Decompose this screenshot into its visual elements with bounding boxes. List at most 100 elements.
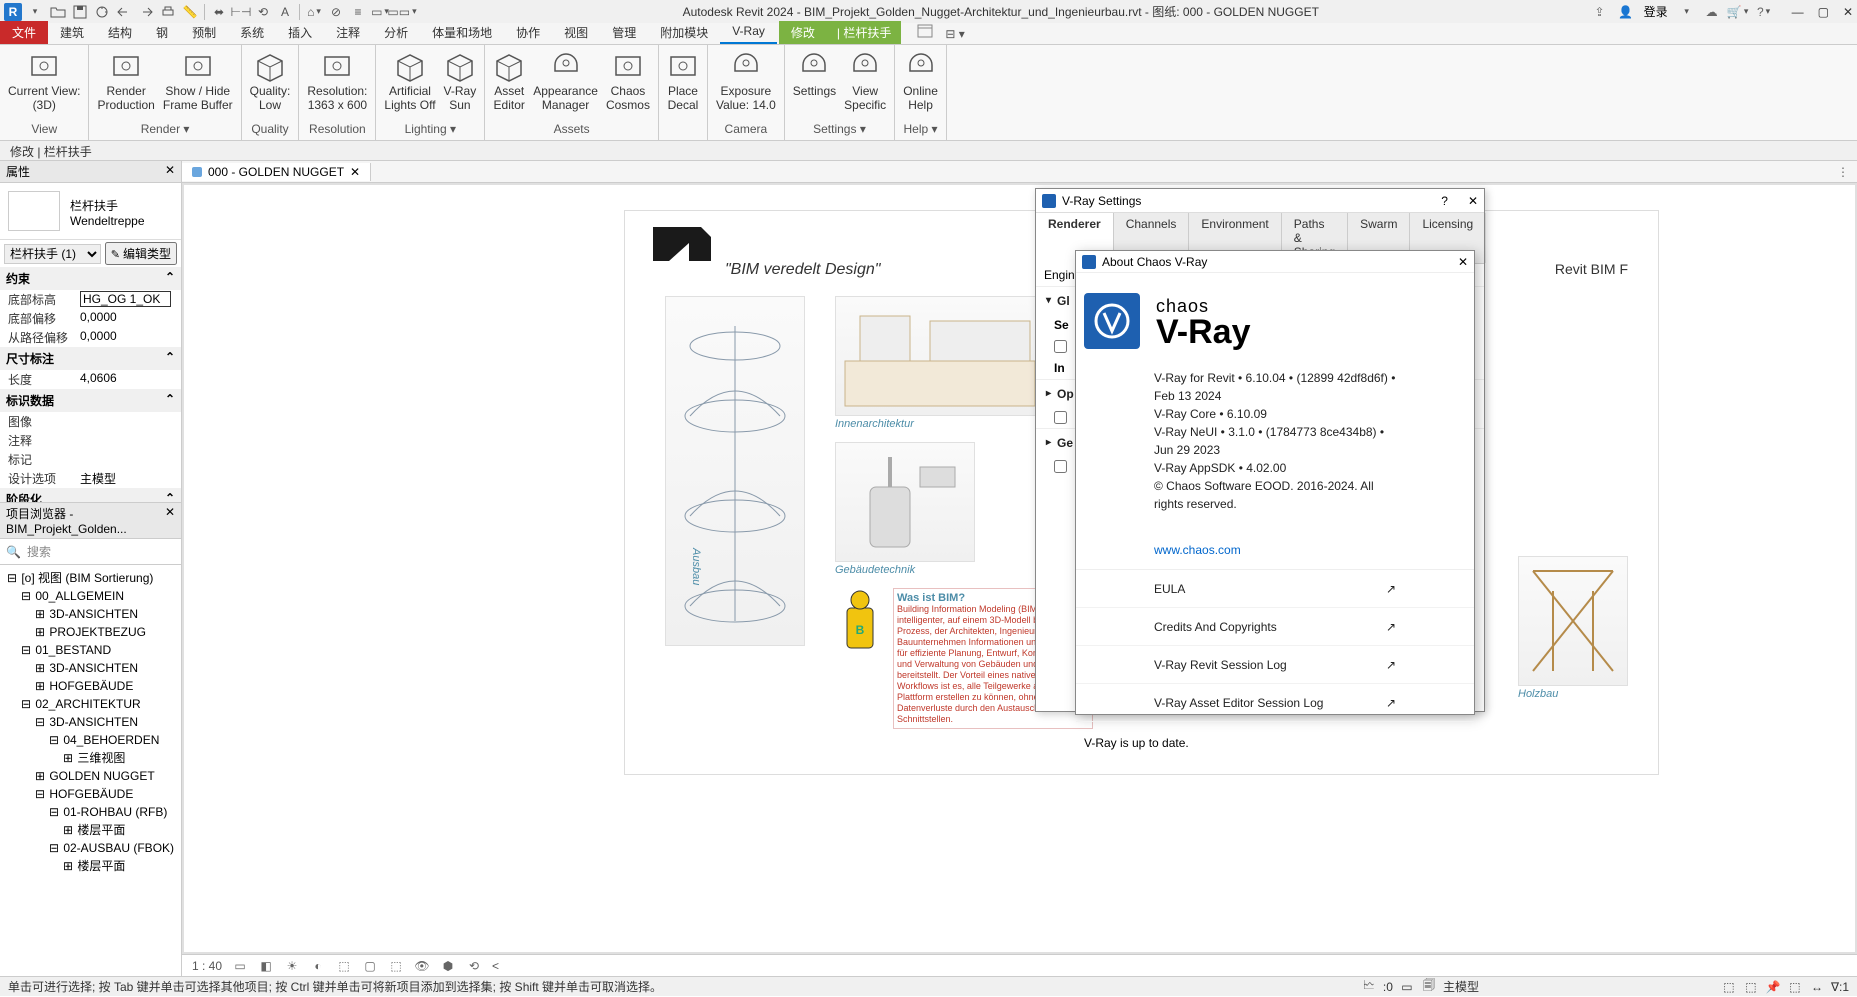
about-close-icon[interactable]: ✕ bbox=[1458, 255, 1468, 269]
tree-node[interactable]: ⊞ 3D-ANSICHTEN bbox=[2, 605, 179, 623]
tree-node[interactable]: ⊞ 楼层平面 bbox=[2, 821, 179, 839]
view-tab[interactable]: 000 - GOLDEN NUGGET ✕ bbox=[182, 163, 371, 181]
view-canvas[interactable]: "BIM veredelt Design" Revit BIM F Ausbau… bbox=[184, 185, 1855, 952]
ribbon-place[interactable]: PlaceDecal bbox=[667, 47, 699, 111]
search-input[interactable]: 搜索 bbox=[27, 543, 51, 560]
about-link-eula[interactable]: EULA↗ bbox=[1076, 570, 1474, 608]
tab-close-icon[interactable]: ✕ bbox=[350, 165, 360, 179]
tree-node[interactable]: ⊟ HOFGEBÄUDE bbox=[2, 785, 179, 803]
sb-model-label[interactable]: 主模型 bbox=[1443, 978, 1479, 995]
login-button[interactable]: 登录 bbox=[1644, 3, 1668, 20]
home-icon[interactable]: ⌂ bbox=[306, 4, 322, 20]
window-icon[interactable]: ▭▭ bbox=[394, 4, 410, 20]
instance-selector[interactable]: 栏杆扶手 (1) bbox=[4, 244, 101, 264]
ribbon-v-ray[interactable]: V-RaySun bbox=[444, 47, 477, 111]
vc-crop-icon[interactable]: ▢ bbox=[362, 958, 378, 974]
sb-link-icon[interactable]: ⬚ bbox=[1743, 979, 1759, 995]
qat-dropdown[interactable] bbox=[26, 4, 42, 20]
sb-drag-icon[interactable]: ↔ bbox=[1809, 979, 1825, 995]
ribbon-tab-注释[interactable]: 注释 bbox=[324, 21, 372, 44]
vc-shadow-icon[interactable]: ◐ bbox=[310, 958, 326, 974]
collapse-icon[interactable]: ⌃ bbox=[165, 491, 175, 503]
collapse-icon[interactable]: ⌃ bbox=[165, 270, 175, 287]
ribbon-appearance[interactable]: AppearanceManager bbox=[533, 47, 598, 111]
redo-icon[interactable] bbox=[138, 4, 154, 20]
ribbon-resolution-[interactable]: Resolution:1363 x 600 bbox=[307, 47, 367, 111]
ribbon-view[interactable]: ViewSpecific bbox=[844, 47, 886, 111]
about-link-v-ray-asset-editor-session-log[interactable]: V-Ray Asset Editor Session Log↗ bbox=[1076, 684, 1474, 722]
cloud-icon[interactable]: ☁ bbox=[1704, 4, 1720, 20]
prop-val[interactable] bbox=[76, 451, 181, 468]
vc-detail-icon[interactable]: ▭ bbox=[232, 958, 248, 974]
addin-context[interactable]: | 栏杆扶手 bbox=[827, 21, 901, 44]
tree-node[interactable]: ⊞ PROJEKTBEZUG bbox=[2, 623, 179, 641]
vray-help-icon[interactable]: ? bbox=[1441, 194, 1448, 208]
ribbon-tab-钢[interactable]: 钢 bbox=[144, 21, 180, 44]
ribbon-chaos[interactable]: ChaosCosmos bbox=[606, 47, 650, 111]
open-icon[interactable] bbox=[50, 4, 66, 20]
view-tab-overflow-icon[interactable]: ⋮ bbox=[1835, 164, 1851, 180]
cart-icon[interactable]: 🛒 bbox=[1730, 4, 1746, 20]
sb-icon[interactable]: ▭ bbox=[1399, 979, 1415, 995]
collapse-icon[interactable]: ⌃ bbox=[165, 350, 175, 367]
ribbon-render[interactable]: RenderProduction bbox=[97, 47, 154, 111]
close-icon[interactable]: ✕ bbox=[1843, 5, 1853, 19]
browser-tree[interactable]: ⊟ [o] 视图 (BIM Sortierung)⊟ 00_ALLGEMEIN⊞… bbox=[0, 565, 181, 879]
text-icon[interactable]: A bbox=[277, 4, 293, 20]
sync-icon[interactable] bbox=[94, 4, 110, 20]
prop-val[interactable] bbox=[76, 432, 181, 449]
close-views-icon[interactable]: ≡ bbox=[350, 4, 366, 20]
prop-val[interactable] bbox=[76, 413, 181, 430]
user-icon[interactable]: 👤 bbox=[1618, 4, 1634, 20]
ribbon-tab-系统[interactable]: 系统 bbox=[228, 21, 276, 44]
tree-node[interactable]: ⊞ 楼层平面 bbox=[2, 857, 179, 875]
tree-node[interactable]: ⊞ GOLDEN NUGGET bbox=[2, 767, 179, 785]
ribbon-tab-视图[interactable]: 视图 bbox=[552, 21, 600, 44]
base-level-input[interactable] bbox=[80, 291, 171, 307]
vc-hide-icon[interactable]: 👁 bbox=[414, 958, 430, 974]
vc-reveal-icon[interactable]: ⬢ bbox=[440, 958, 456, 974]
ribbon-tab-附加模块[interactable]: 附加模块 bbox=[648, 21, 720, 44]
file-tab[interactable]: 文件 bbox=[0, 21, 48, 44]
tree-node[interactable]: ⊟ 01_BESTAND bbox=[2, 641, 179, 659]
tree-node[interactable]: ⊞ 三维视图 bbox=[2, 749, 179, 767]
sb-pin-icon[interactable]: 📌 bbox=[1765, 979, 1781, 995]
vray-close-icon[interactable]: ✕ bbox=[1468, 194, 1478, 208]
properties-close-icon[interactable]: ✕ bbox=[165, 163, 175, 180]
ribbon-current-view-[interactable]: Current View:(3D) bbox=[8, 47, 80, 111]
tree-node[interactable]: ⊟ 02-AUSBAU (FBOK) bbox=[2, 839, 179, 857]
minimize-icon[interactable]: — bbox=[1792, 5, 1804, 19]
thin-lines-icon[interactable]: ⊘ bbox=[328, 4, 344, 20]
ribbon-show-/-hide[interactable]: Show / HideFrame Buffer bbox=[163, 47, 233, 111]
tree-node[interactable]: ⊟ 02_ARCHITEKTUR bbox=[2, 695, 179, 713]
vc-render-icon[interactable]: ⬚ bbox=[336, 958, 352, 974]
save-icon[interactable] bbox=[72, 4, 88, 20]
prop-val[interactable]: 0,0000 bbox=[76, 310, 181, 327]
vc-more-icon[interactable]: ⟲ bbox=[466, 958, 482, 974]
browser-close-icon[interactable]: ✕ bbox=[165, 505, 175, 536]
login-dropdown[interactable] bbox=[1678, 4, 1694, 20]
ribbon-exposure[interactable]: ExposureValue: 14.0 bbox=[716, 47, 776, 111]
ribbon-tab-管理[interactable]: 管理 bbox=[600, 21, 648, 44]
sb-filter-label[interactable]: ∇:1 bbox=[1831, 980, 1849, 994]
vc-sun-icon[interactable]: ☀ bbox=[284, 958, 300, 974]
vc-crop2-icon[interactable]: ⬚ bbox=[388, 958, 404, 974]
print-icon[interactable] bbox=[160, 4, 176, 20]
about-link-v-ray-revit-session-log[interactable]: V-Ray Revit Session Log↗ bbox=[1076, 646, 1474, 684]
ribbon-artificial[interactable]: ArtificialLights Off bbox=[384, 47, 435, 111]
tree-node[interactable]: ⊞ 3D-ANSICHTEN bbox=[2, 659, 179, 677]
sb-icon[interactable]: 🗠 bbox=[1361, 979, 1377, 995]
switch-win-icon[interactable]: ▭ bbox=[372, 4, 388, 20]
about-link-credits-and-copyrights[interactable]: Credits And Copyrights↗ bbox=[1076, 608, 1474, 646]
share-icon[interactable]: ⇪ bbox=[1592, 4, 1608, 20]
sb-model-icon[interactable]: 🗐 bbox=[1421, 979, 1437, 995]
vc-style-icon[interactable]: ◧ bbox=[258, 958, 274, 974]
tree-node[interactable]: ⊟ 01-ROHBAU (RFB) bbox=[2, 803, 179, 821]
dim-icon[interactable]: ⊢⊣ bbox=[233, 4, 249, 20]
maximize-icon[interactable]: ▢ bbox=[1818, 5, 1829, 19]
ribbon-tab-插入[interactable]: 插入 bbox=[276, 21, 324, 44]
ribbon-online[interactable]: OnlineHelp bbox=[903, 47, 938, 111]
ribbon-tab-协作[interactable]: 协作 bbox=[504, 21, 552, 44]
tree-node[interactable]: ⊟ 04_BEHOERDEN bbox=[2, 731, 179, 749]
ribbon-asset[interactable]: AssetEditor bbox=[493, 47, 525, 111]
